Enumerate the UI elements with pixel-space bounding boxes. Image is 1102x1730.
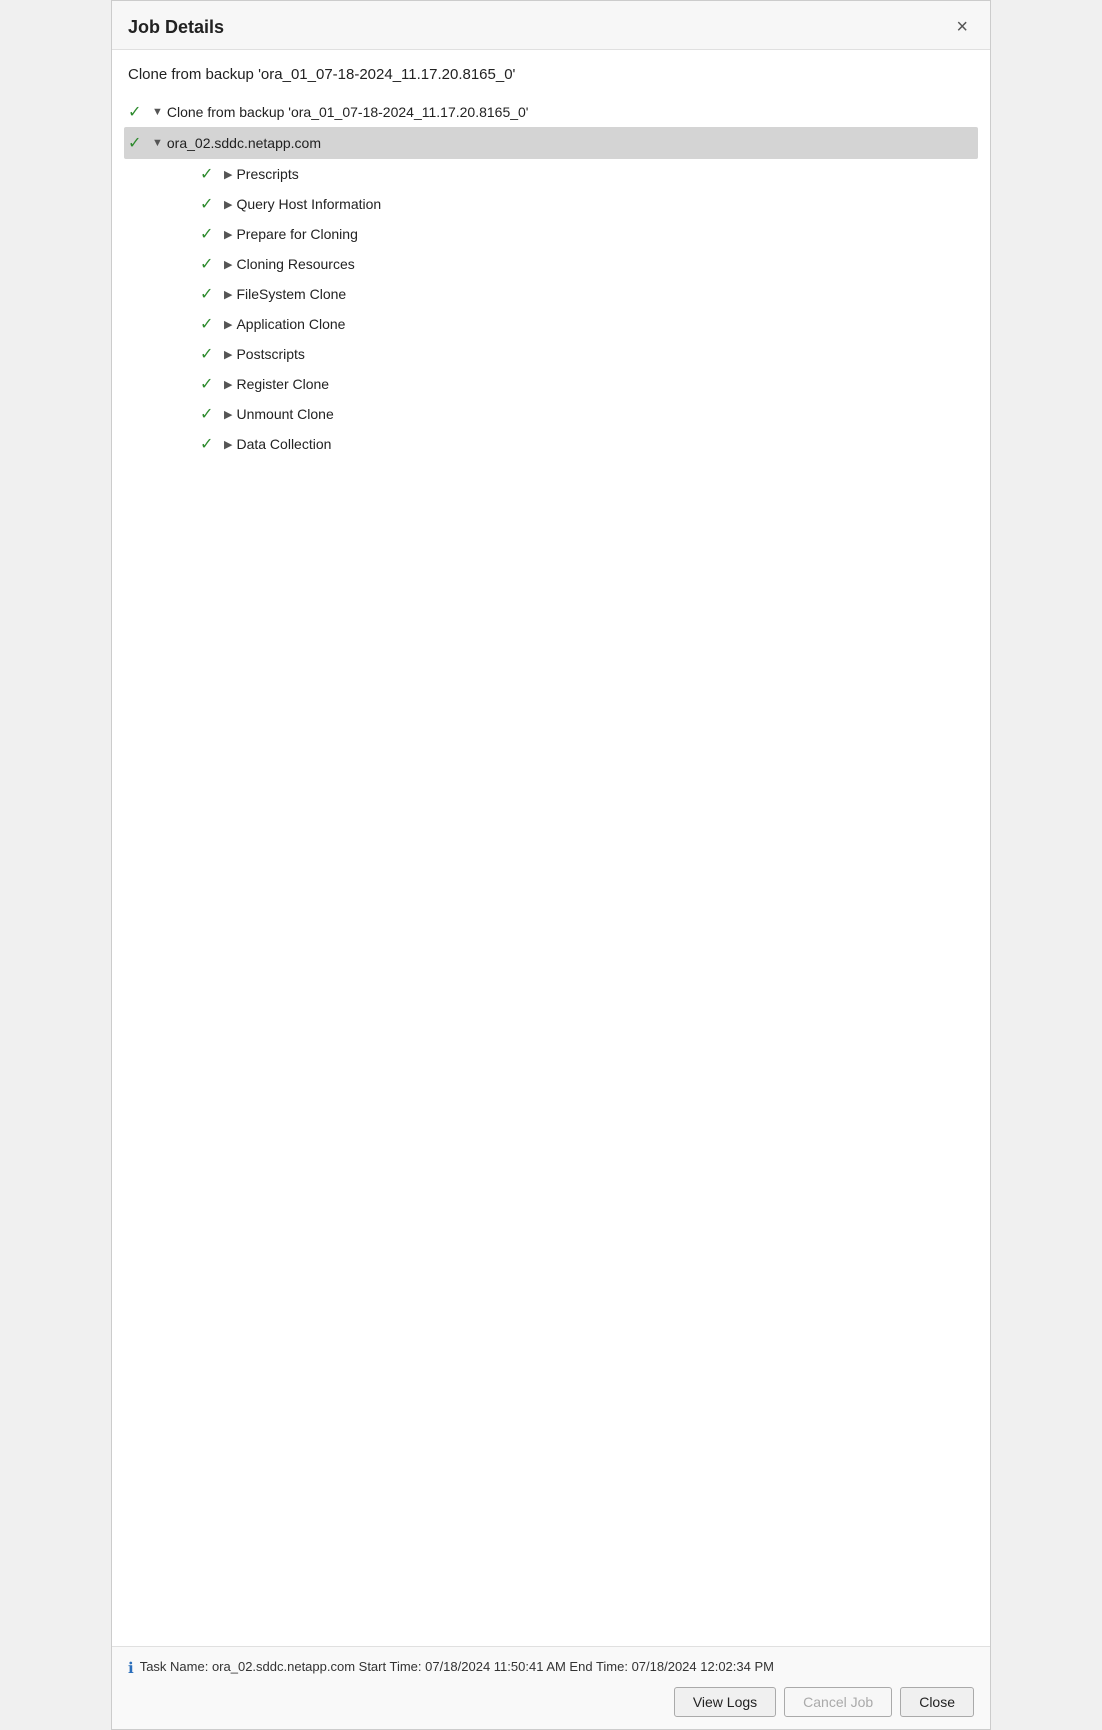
host-item-label: ora_02.sddc.netapp.com (167, 135, 321, 151)
tree-sub-item: ✓ ▶ Prescripts (128, 159, 974, 189)
dialog-title: Job Details (128, 17, 224, 38)
expand-icon-1: ▶ (224, 198, 232, 211)
job-tree: ✓ ▼ Clone from backup 'ora_01_07-18-2024… (128, 97, 974, 459)
dialog-footer: ℹ Task Name: ora_02.sddc.netapp.com Star… (112, 1646, 990, 1729)
collapse-icon-root: ▼ (152, 106, 163, 118)
job-details-dialog: Job Details × Clone from backup 'ora_01_… (111, 0, 991, 1730)
expand-icon-2: ▶ (224, 228, 232, 241)
root-item-label: Clone from backup 'ora_01_07-18-2024_11.… (167, 104, 529, 120)
dialog-body: Clone from backup 'ora_01_07-18-2024_11.… (112, 50, 990, 1646)
tree-sub-item: ✓ ▶ FileSystem Clone (128, 279, 974, 309)
sub-item-label-2: Prepare for Cloning (236, 226, 357, 242)
check-icon-1: ✓ (200, 194, 224, 214)
check-icon-4: ✓ (200, 284, 224, 304)
check-icon-7: ✓ (200, 374, 224, 394)
check-icon-root: ✓ (128, 102, 152, 122)
backup-title: Clone from backup 'ora_01_07-18-2024_11.… (128, 66, 974, 83)
expand-icon-5: ▶ (224, 318, 232, 331)
info-icon: ℹ (128, 1659, 134, 1677)
sub-item-label-0: Prescripts (236, 166, 298, 182)
sub-item-label-3: Cloning Resources (236, 256, 354, 272)
tree-sub-item: ✓ ▶ Query Host Information (128, 189, 974, 219)
sub-item-label-8: Unmount Clone (236, 406, 333, 422)
expand-icon-3: ▶ (224, 258, 232, 271)
check-icon-9: ✓ (200, 434, 224, 454)
expand-icon-7: ▶ (224, 378, 232, 391)
check-icon-6: ✓ (200, 344, 224, 364)
sub-item-label-6: Postscripts (236, 346, 304, 362)
check-icon-0: ✓ (200, 164, 224, 184)
expand-icon-4: ▶ (224, 288, 232, 301)
check-icon-host: ✓ (128, 133, 152, 153)
view-logs-button[interactable]: View Logs (674, 1687, 776, 1717)
check-icon-3: ✓ (200, 254, 224, 274)
sub-item-label-1: Query Host Information (236, 196, 381, 212)
tree-sub-item: ✓ ▶ Data Collection (128, 429, 974, 459)
sub-item-label-7: Register Clone (236, 376, 329, 392)
close-button[interactable]: × (950, 15, 974, 39)
expand-icon-9: ▶ (224, 438, 232, 451)
footer-info: ℹ Task Name: ora_02.sddc.netapp.com Star… (128, 1659, 974, 1677)
check-icon-2: ✓ (200, 224, 224, 244)
tree-sub-item: ✓ ▶ Application Clone (128, 309, 974, 339)
expand-icon-0: ▶ (224, 168, 232, 181)
tree-sub-item: ✓ ▶ Prepare for Cloning (128, 219, 974, 249)
close-dialog-button[interactable]: Close (900, 1687, 974, 1717)
check-icon-5: ✓ (200, 314, 224, 334)
tree-sub-item: ✓ ▶ Postscripts (128, 339, 974, 369)
tree-host-item: ✓ ▼ ora_02.sddc.netapp.com (124, 127, 978, 159)
check-icon-8: ✓ (200, 404, 224, 424)
tree-root-item: ✓ ▼ Clone from backup 'ora_01_07-18-2024… (128, 97, 974, 127)
task-info-text: Task Name: ora_02.sddc.netapp.com Start … (140, 1659, 774, 1674)
tree-sub-item: ✓ ▶ Register Clone (128, 369, 974, 399)
footer-buttons: View Logs Cancel Job Close (128, 1687, 974, 1717)
expand-icon-8: ▶ (224, 408, 232, 421)
collapse-icon-host: ▼ (152, 137, 163, 149)
tree-sub-item: ✓ ▶ Unmount Clone (128, 399, 974, 429)
sub-item-label-9: Data Collection (236, 436, 331, 452)
cancel-job-button[interactable]: Cancel Job (784, 1687, 892, 1717)
expand-icon-6: ▶ (224, 348, 232, 361)
sub-item-label-4: FileSystem Clone (236, 286, 346, 302)
dialog-header: Job Details × (112, 1, 990, 50)
tree-sub-item: ✓ ▶ Cloning Resources (128, 249, 974, 279)
sub-item-label-5: Application Clone (236, 316, 345, 332)
